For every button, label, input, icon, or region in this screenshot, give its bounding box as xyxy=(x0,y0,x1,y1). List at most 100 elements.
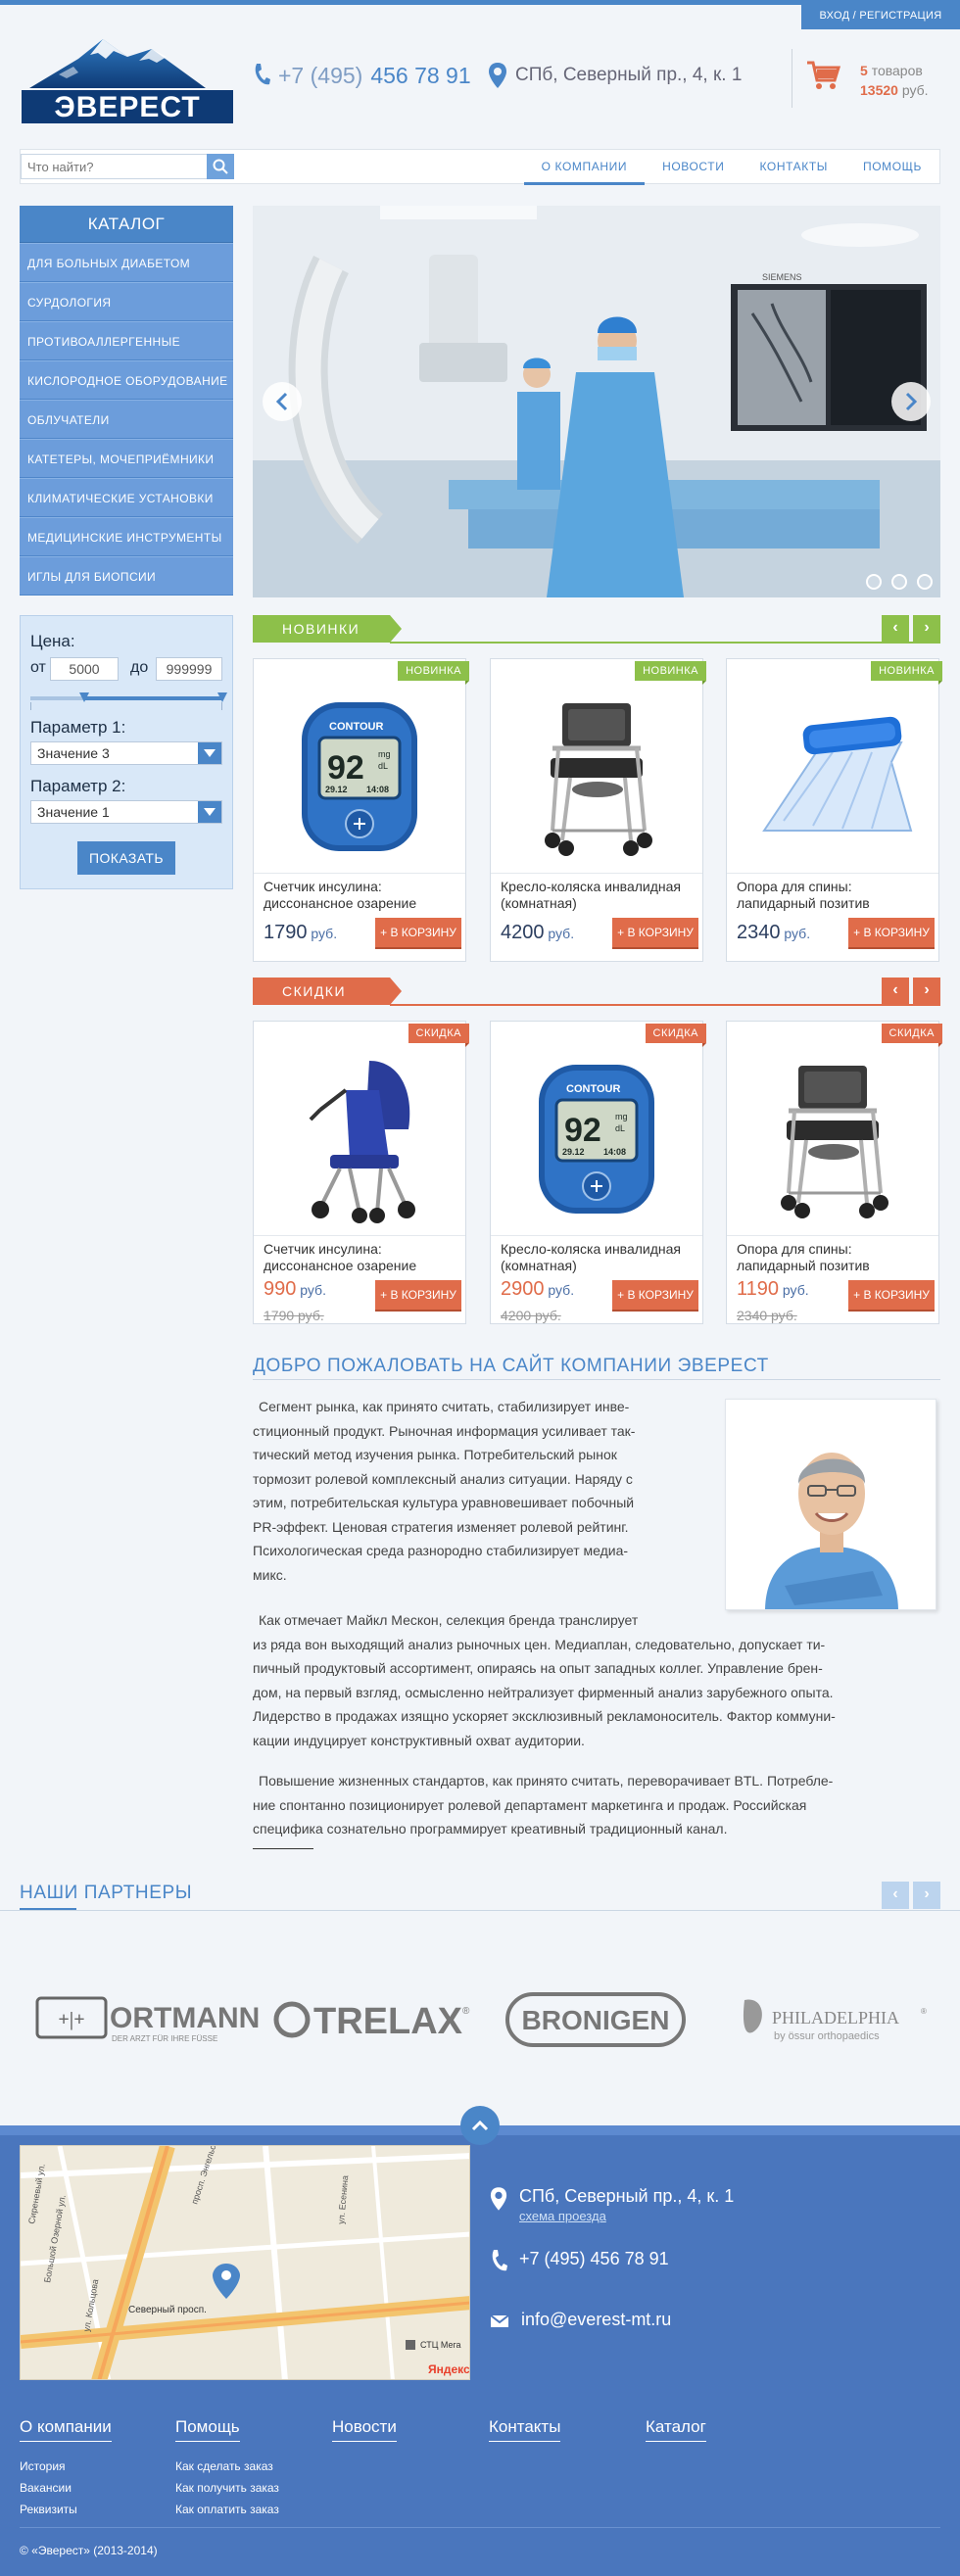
footer-link-history[interactable]: История xyxy=(20,2459,157,2473)
product-image[interactable] xyxy=(491,681,702,873)
map-pin-icon xyxy=(489,63,506,88)
footer-column-title[interactable]: Каталог xyxy=(646,2417,706,2442)
partner-logo-trelax[interactable]: TRELAX ® xyxy=(273,2001,470,2042)
product-name-line: Счетчик инсулина: xyxy=(264,1241,382,1257)
scroll-to-top-button[interactable] xyxy=(460,2106,500,2145)
footer-link-how-to-pay[interactable]: Как оплатить заказ xyxy=(175,2503,312,2516)
product-image[interactable] xyxy=(727,681,938,873)
price-range-slider[interactable] xyxy=(30,692,227,702)
add-to-cart-button[interactable]: + В КОРЗИНУ xyxy=(848,918,935,947)
footer-link-requisites[interactable]: Реквизиты xyxy=(20,2503,157,2516)
logo[interactable]: ЭВЕРЕСТ xyxy=(20,29,235,127)
new-next-button[interactable]: › xyxy=(913,615,940,643)
glucometer-image: CONTOUR 92 mg dL 29.12 14:08 xyxy=(539,1065,654,1214)
footer-email[interactable]: info@everest-mt.ru xyxy=(490,2310,671,2330)
sale-next-button[interactable]: › xyxy=(913,978,940,1005)
product-name[interactable]: Счетчик инсулина: диссонансное озарение xyxy=(264,879,459,912)
footer-column-title[interactable]: О компании xyxy=(20,2417,112,2442)
partner-logo-ortmann[interactable]: +|+ ORTMANN DER ARZT FÜR IHRE FÜSSE xyxy=(35,1996,260,2043)
catalog-item-oxygen[interactable]: КИСЛОРОДНОЕ ОБОРУДОВАНИЕ xyxy=(20,360,233,400)
catalog-item-catheters[interactable]: КАТЕТЕРЫ, МОЧЕПРИЁМНИКИ xyxy=(20,439,233,478)
login-register-button[interactable]: ВХОД / РЕГИСТРАЦИЯ xyxy=(801,0,960,29)
new-prev-button[interactable]: ‹ xyxy=(882,615,909,643)
catalog-item-biopsy[interactable]: ИГЛЫ ДЛЯ БИОПСИИ xyxy=(20,556,233,596)
header-phone[interactable]: +7 (495) 456 78 91 xyxy=(253,61,471,90)
param1-label: Параметр 1: xyxy=(30,718,126,737)
menu-item-about[interactable]: О КОМПАНИИ xyxy=(523,150,646,185)
price-to-input[interactable]: 999999 xyxy=(156,657,222,681)
product-card[interactable]: СКИДКА Опора для спины: лапидарный позити… xyxy=(726,1021,943,1324)
catalog-item-irradiators[interactable]: ОБЛУЧАТЕЛИ xyxy=(20,400,233,439)
filter-submit-button[interactable]: ПОКАЗАТЬ xyxy=(77,841,175,875)
footer-column-title[interactable]: Помощь xyxy=(175,2417,240,2442)
product-name[interactable]: Опора для спины: лапидарный позитив xyxy=(737,1241,933,1274)
footer-link-vacancies[interactable]: Вакансии xyxy=(20,2481,157,2495)
cart-summary[interactable]: 5 товаров 13520 руб. xyxy=(860,61,929,100)
slider-dot[interactable] xyxy=(891,574,907,590)
cart-icon[interactable] xyxy=(805,57,840,92)
footer-column-title[interactable]: Новости xyxy=(332,2417,397,2442)
search-input[interactable] xyxy=(22,155,208,178)
menu-item-help[interactable]: ПОМОЩЬ xyxy=(845,150,939,185)
catalog-title[interactable]: КАТАЛОГ xyxy=(20,206,233,243)
product-card[interactable]: НОВИНКА CONTOUR 92 mg dL 29.12 14:08 Счетчик … xyxy=(253,658,469,962)
product-card[interactable]: СКИДКА CONTOUR 92 mg dL 29.12 14:08 Кресло-ко… xyxy=(490,1021,707,1324)
product-name[interactable]: Опора для спины: лапидарный позитив xyxy=(737,879,933,912)
slider-dot[interactable] xyxy=(866,574,882,590)
product-card[interactable]: НОВИНКА Кресло-коляска инвалидная (комнат… xyxy=(490,658,706,962)
menu-item-contacts[interactable]: КОНТАКТЫ xyxy=(742,150,845,185)
partner-logo-philadelphia[interactable]: PHILADELPHIA ® by össur orthopaedics xyxy=(743,1999,927,2042)
partners-prev-button[interactable]: ‹ xyxy=(882,1882,909,1909)
product-image[interactable]: CONTOUR 92 mg dL 29.12 14:08 xyxy=(491,1043,702,1235)
slider-dot[interactable] xyxy=(917,574,933,590)
sale-prev-button[interactable]: ‹ xyxy=(882,978,909,1005)
product-name[interactable]: Счетчик инсулина: диссонансное озарение xyxy=(264,1241,459,1274)
footer-link-how-to-order[interactable]: Как сделать заказ xyxy=(175,2459,312,2473)
param1-select[interactable]: Значение 3 xyxy=(30,741,222,765)
footer-phone[interactable]: +7 (495) 456 78 91 xyxy=(490,2249,669,2274)
search-button[interactable] xyxy=(207,154,234,179)
product-name[interactable]: Кресло-коляска инвалидная (комнатная) xyxy=(501,879,696,912)
footer-link-how-to-receive[interactable]: Как получить заказ xyxy=(175,2481,312,2495)
param2-select[interactable]: Значение 1 xyxy=(30,800,222,824)
catalog-item-instruments[interactable]: МЕДИЦИНСКИЕ ИНСТРУМЕНТЫ xyxy=(20,517,233,556)
glucometer-image: CONTOUR 92 mg dL 29.12 14:08 xyxy=(302,702,417,851)
menu-item-news[interactable]: НОВОСТИ xyxy=(645,150,742,185)
price-value: 2900 xyxy=(501,1278,545,1300)
add-to-cart-button[interactable]: + В КОРЗИНУ xyxy=(612,918,698,947)
product-image[interactable] xyxy=(254,1043,465,1235)
product-image[interactable]: CONTOUR 92 mg dL 29.12 14:08 xyxy=(254,681,465,873)
product-image[interactable] xyxy=(727,1043,938,1235)
add-to-cart-button[interactable]: + В КОРЗИНУ xyxy=(612,1280,698,1310)
footer-column-title[interactable]: Контакты xyxy=(489,2417,561,2442)
price-from-input[interactable]: 5000 xyxy=(50,657,119,681)
catalog-item-audiology[interactable]: СУРДОЛОГИЯ xyxy=(20,282,233,321)
product-name-line: Счетчик инсулина: xyxy=(264,879,382,894)
product-card[interactable]: НОВИНКА Опора для спины: лапидарный позит… xyxy=(726,658,942,962)
slider-next-button[interactable] xyxy=(891,382,931,421)
price-range-handle-min[interactable] xyxy=(78,692,89,702)
new-section-line xyxy=(390,642,940,644)
slider-prev-button[interactable] xyxy=(263,382,302,421)
price-range-handle-max[interactable] xyxy=(217,692,227,702)
product-name-line: (комнатная) xyxy=(501,1258,577,1273)
product-card[interactable]: СКИДКА Счетчик инсулина: диссонансное оза… xyxy=(253,1021,470,1324)
paragraph-line: Психологическая среда разнородно стабили… xyxy=(253,1543,629,1558)
route-link[interactable]: схема проезда xyxy=(519,2209,734,2223)
catalog-item-diabetes[interactable]: ДЛЯ БОЛЬНЫХ ДИАБЕТОМ xyxy=(20,243,233,282)
partner-logo-bronigen[interactable]: BRONIGEN xyxy=(505,1992,686,2047)
svg-text:SIEMENS: SIEMENS xyxy=(762,272,802,282)
add-to-cart-button[interactable]: + В КОРЗИНУ xyxy=(375,918,461,947)
product-name[interactable]: Кресло-коляска инвалидная (комнатная) xyxy=(501,1241,696,1274)
add-to-cart-button[interactable]: + В КОРЗИНУ xyxy=(375,1280,461,1310)
location-map[interactable]: Северный просп. просп. Энгельса ул. Есен… xyxy=(20,2145,470,2380)
add-to-cart-button[interactable]: + В КОРЗИНУ xyxy=(848,1280,935,1310)
footer-address-text: СПб, Северный пр., 4, к. 1 xyxy=(519,2186,735,2206)
sale-section-header: СКИДКИ ‹ › xyxy=(253,978,940,1006)
catalog-item-climate[interactable]: КЛИМАТИЧЕСКИЕ УСТАНОВКИ xyxy=(20,478,233,517)
price-filter: Цена: от 5000 до 999999 Параметр 1: Знач… xyxy=(20,615,233,889)
catalog-item-antiallergy[interactable]: ПРОТИВОАЛЛЕРГЕННЫЕ xyxy=(20,321,233,360)
svg-text:92: 92 xyxy=(564,1112,601,1149)
paragraph-line: дом, на первый взгляд, осмысленно нейтра… xyxy=(253,1684,834,1700)
partners-next-button[interactable]: › xyxy=(913,1882,940,1909)
